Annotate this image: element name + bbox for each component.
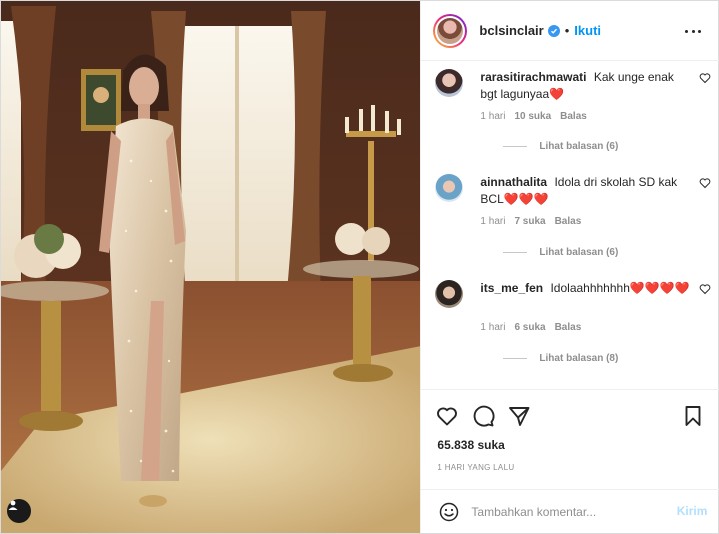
author-username[interactable]: bclsinclair	[479, 23, 543, 38]
heart-icon[interactable]	[435, 404, 459, 428]
post-header: bclsinclair • Ikuti	[421, 1, 719, 61]
comment-username[interactable]: rarasitirachmawati	[480, 70, 586, 84]
comment-icon[interactable]	[471, 404, 495, 428]
view-replies-button[interactable]: Lihat balasan (6)	[503, 141, 618, 152]
emoji-icon[interactable]	[439, 502, 459, 522]
post-photo[interactable]	[1, 1, 421, 533]
comment-likes[interactable]: 6 suka	[514, 322, 545, 333]
tagged-users-button[interactable]	[7, 499, 31, 523]
comment-likes[interactable]: 10 suka	[514, 111, 551, 122]
comment-heart-icon[interactable]	[699, 283, 711, 295]
comment-reply-button[interactable]: Balas	[555, 322, 582, 333]
separator-dot: •	[564, 23, 570, 38]
replies-divider	[503, 252, 528, 253]
comment-meta: 1 hari 10 suka Balas	[480, 111, 586, 122]
post-side-panel: bclsinclair • Ikuti rarasitirachmawati K…	[420, 1, 719, 533]
view-replies-label: Lihat balasan (6)	[539, 141, 619, 152]
comment-meta: 1 hari 6 suka Balas	[480, 322, 581, 333]
comment-username[interactable]: its_me_fen	[480, 281, 543, 295]
comment-heart-icon[interactable]	[699, 177, 711, 189]
photo-illustration	[1, 1, 421, 533]
comment-reply-button[interactable]: Balas	[555, 216, 582, 227]
view-replies-button[interactable]: Lihat balasan (6)	[503, 247, 618, 258]
comment-avatar[interactable]	[435, 69, 464, 97]
comment-text: Idolaahhhhhhh❤️❤️❤️❤️	[550, 281, 690, 295]
comment-age: 1 hari	[480, 111, 506, 122]
likes-count[interactable]: 65.838 suka	[437, 438, 504, 452]
avatar-image	[437, 17, 464, 44]
comment-composer: Kirim	[421, 489, 719, 533]
user-icon	[8, 500, 18, 510]
replies-divider	[503, 358, 528, 359]
comment-username[interactable]: ainnathalita	[480, 175, 547, 189]
comment-item: rarasitirachmawati Kak unge enak bgt lag…	[435, 69, 715, 159]
comment-heart-icon[interactable]	[699, 72, 711, 84]
send-icon[interactable]	[507, 404, 531, 428]
post-actions: 65.838 suka 1 HARI YANG LALU	[421, 389, 719, 489]
comment-avatar[interactable]	[435, 280, 464, 308]
comment-age: 1 hari	[480, 322, 506, 333]
comments-list: rarasitirachmawati Kak unge enak bgt lag…	[421, 61, 719, 389]
comment-avatar[interactable]	[435, 174, 464, 202]
more-options-icon[interactable]	[685, 23, 702, 39]
comment-item: ainnathalita Idola dri skolah SD kak BCL…	[435, 174, 715, 266]
comment-age: 1 hari	[480, 216, 506, 227]
comment-meta: 1 hari 7 suka Balas	[480, 216, 581, 227]
comment-item: its_me_fen Idolaahhhhhhh❤️❤️❤️❤️ 1 hari …	[435, 280, 715, 372]
post-timestamp[interactable]: 1 HARI YANG LALU	[437, 463, 514, 472]
view-replies-label: Lihat balasan (6)	[539, 247, 619, 258]
view-replies-button[interactable]: Lihat balasan (8)	[503, 353, 618, 364]
follow-button[interactable]: Ikuti	[574, 23, 601, 38]
verified-badge-icon	[547, 24, 560, 37]
comment-reply-button[interactable]: Balas	[560, 111, 587, 122]
comment-likes[interactable]: 7 suka	[514, 216, 545, 227]
comment-input[interactable]	[471, 502, 662, 522]
bookmark-icon[interactable]	[681, 404, 705, 428]
avatar[interactable]	[433, 13, 468, 48]
view-replies-label: Lihat balasan (8)	[539, 353, 619, 364]
post-comment-button[interactable]: Kirim	[677, 504, 708, 518]
instagram-post: bclsinclair • Ikuti rarasitirachmawati K…	[0, 0, 719, 534]
replies-divider	[503, 146, 528, 147]
